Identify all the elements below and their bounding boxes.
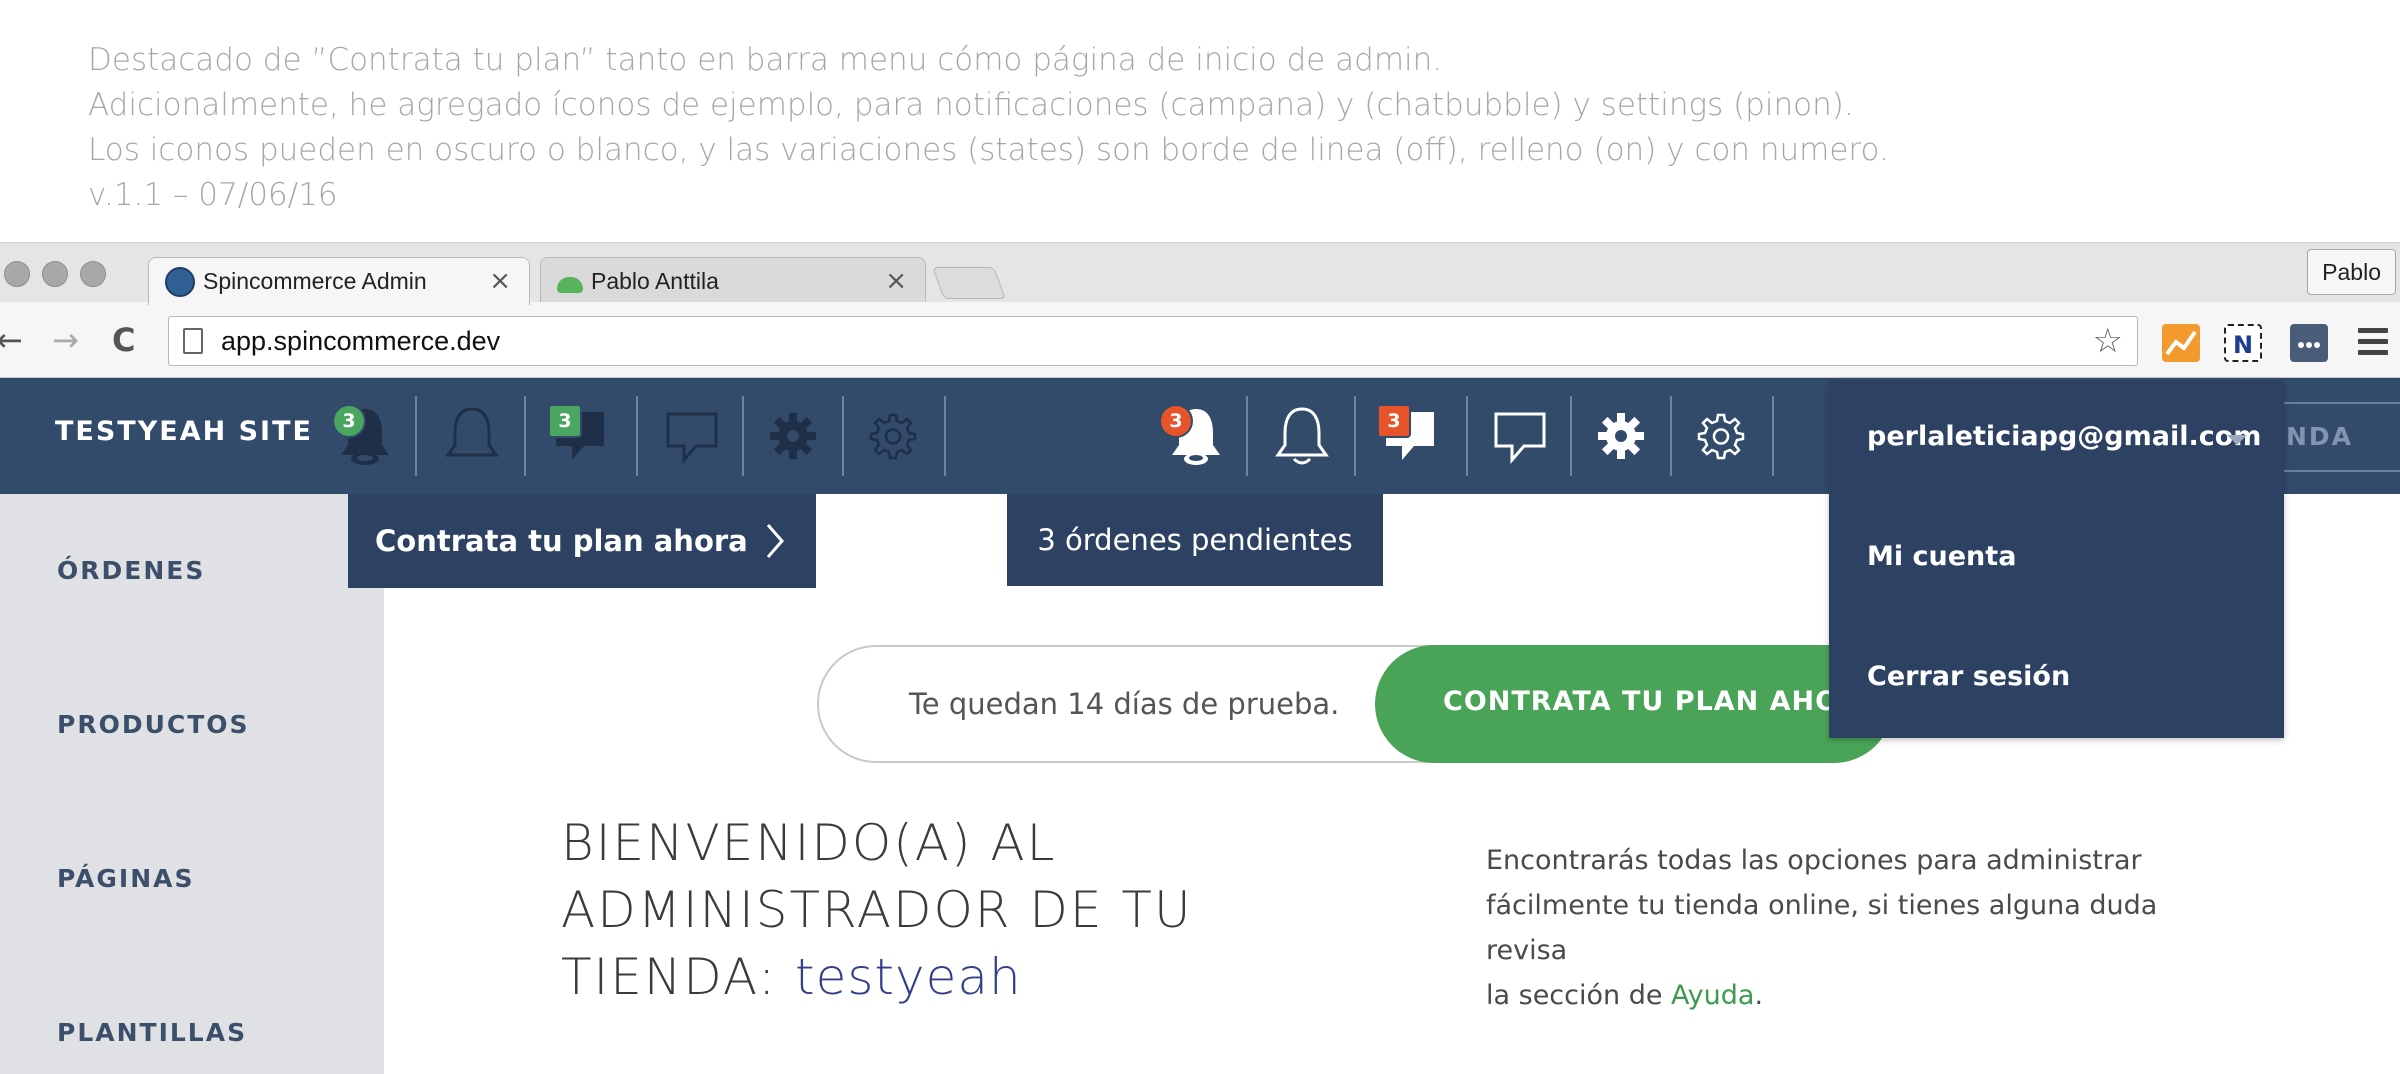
divider [415,396,417,476]
window-zoom-button[interactable] [80,261,106,287]
back-arrow-icon[interactable]: ← [0,320,23,360]
divider [1354,396,1356,476]
annotation-notes: Destacado de ”Contrata tu plan” tanto en… [88,38,1988,218]
welcome-line: TIENDA: testyeah [561,944,1261,1011]
address-bar[interactable]: app.spincommerce.dev ☆ [168,316,2138,366]
sidebar-item-ordenes[interactable]: ÓRDENES [57,556,205,585]
window-minimize-button[interactable] [42,261,68,287]
notification-count-badge: 3 [332,404,366,438]
description-line: la sección de Ayuda. [1486,973,2246,1018]
menu-item-mi-cuenta[interactable]: Mi cuenta [1867,541,2016,572]
divider [1466,396,1468,476]
notification-count-badge: 3 [1159,404,1193,438]
message-count-badge: 3 [548,404,582,438]
bell-outline-white-icon[interactable] [1262,378,1342,494]
note-line: Los iconos pueden en oscuro o blanco, y … [88,132,1889,168]
description-suffix: . [1754,980,1764,1011]
description-line: fácilmente tu tienda online, si tienes a… [1486,890,2158,966]
contract-plan-button[interactable]: CONTRATA TU PLAN AHORA [1375,645,1893,763]
tab-title: Pablo Anttila [591,268,719,294]
account-dropdown: perlaleticiapg@gmail.com Mi cuenta Cerra… [1829,381,2284,738]
description-prefix: la sección de [1486,980,1672,1011]
welcome-line: BIENVENIDO(A) AL [561,814,1057,872]
view-store-label: NDA [2286,422,2354,451]
browser-toolbar: ← → C app.spincommerce.dev ☆ N [0,302,2400,378]
reload-icon[interactable]: C [112,320,135,360]
contract-plan-button-label: CONTRATA TU PLAN AHORA [1443,686,1883,717]
forward-arrow-icon[interactable]: → [52,320,79,360]
new-tab-button[interactable] [932,267,1006,299]
site-name: TESTYEAH SITE [55,416,313,447]
welcome-description: Encontrarás todas las opciones para admi… [1486,838,2246,1018]
hamburger-menu-icon[interactable] [2358,328,2388,361]
tab-pablo-anttila[interactable]: Pablo Anttila × [540,257,926,305]
bookmark-star-icon[interactable]: ☆ [2093,323,2123,359]
divider [1570,396,1572,476]
divider [842,396,844,476]
cloud-favicon-icon [557,276,583,293]
chat-bubble-outline-dark-icon[interactable] [652,378,732,494]
tab-spincommerce-admin[interactable]: Spincommerce Admin × [148,257,530,305]
window-close-button[interactable] [4,261,30,287]
analytics-extension-icon[interactable] [2162,324,2200,362]
gear-filled-dark-icon[interactable] [756,378,830,494]
n-extension-icon[interactable]: N [2224,324,2262,362]
gear-outline-white-icon[interactable] [1684,378,1758,494]
chevron-right-icon [764,522,786,564]
menu-item-cerrar-sesion[interactable]: Cerrar sesión [1867,661,2070,692]
bell-filled-dark-icon[interactable] [325,378,405,494]
pending-orders-label: 3 órdenes pendientes [1037,523,1353,557]
divider [944,396,946,476]
svg-text:N: N [2233,331,2253,359]
note-version: v.1.1 – 07/06/16 [88,177,338,213]
message-count-badge: 3 [1377,404,1411,438]
help-link[interactable]: Ayuda [1671,980,1754,1011]
more-extension-icon[interactable] [2290,324,2328,362]
contract-plan-tooltip[interactable]: Contrata tu plan ahora [348,494,816,588]
trial-banner: Te quedan 14 días de prueba. CONTRATA TU… [817,645,1893,763]
divider [636,396,638,476]
sidebar-item-paginas[interactable]: PÁGINAS [57,864,194,893]
note-line: Destacado de ”Contrata tu plan” tanto en… [88,42,1443,78]
account-email[interactable]: perlaleticiapg@gmail.com [1867,421,2261,452]
tab-close-icon[interactable]: × [885,266,907,296]
gear-outline-dark-icon[interactable] [856,378,930,494]
store-name: testyeah [794,948,1022,1006]
profile-button[interactable]: Pablo [2307,249,2396,295]
divider [742,396,744,476]
chevron-down-icon[interactable] [2227,435,2247,445]
welcome-heading: BIENVENIDO(A) AL ADMINISTRADOR DE TU TIE… [561,810,1261,1011]
tab-title: Spincommerce Admin [203,268,427,294]
pending-orders-tooltip[interactable]: 3 órdenes pendientes [1007,494,1383,586]
contract-plan-label: Contrata tu plan ahora [375,524,748,558]
gear-filled-white-icon[interactable] [1584,378,1658,494]
welcome-line: ADMINISTRADOR DE TU [561,881,1193,939]
tab-close-icon[interactable]: × [489,266,511,296]
divider [1772,396,1774,476]
sidebar: ÓRDENES PRODUCTOS PÁGINAS PLANTILLAS [0,494,384,1074]
url-text[interactable]: app.spincommerce.dev [221,326,500,357]
divider [1670,396,1672,476]
sidebar-item-productos[interactable]: PRODUCTOS [57,710,250,739]
browser-tab-strip: Spincommerce Admin × Pablo Anttila × Pab… [0,242,2400,305]
trial-days-text: Te quedan 14 días de prueba. [909,687,1340,721]
sidebar-item-plantillas[interactable]: PLANTILLAS [57,1018,247,1047]
chat-bubble-outline-white-icon[interactable] [1480,378,1560,494]
welcome-line-prefix: TIENDA: [561,948,795,1006]
description-line: Encontrarás todas las opciones para admi… [1486,845,2142,876]
divider [524,396,526,476]
spincommerce-favicon-icon [165,266,195,297]
page-icon [183,328,203,354]
divider [1246,396,1248,476]
bell-outline-dark-icon[interactable] [432,378,512,494]
note-line: Adicionalmente, he agregado íconos de ej… [88,87,1854,123]
